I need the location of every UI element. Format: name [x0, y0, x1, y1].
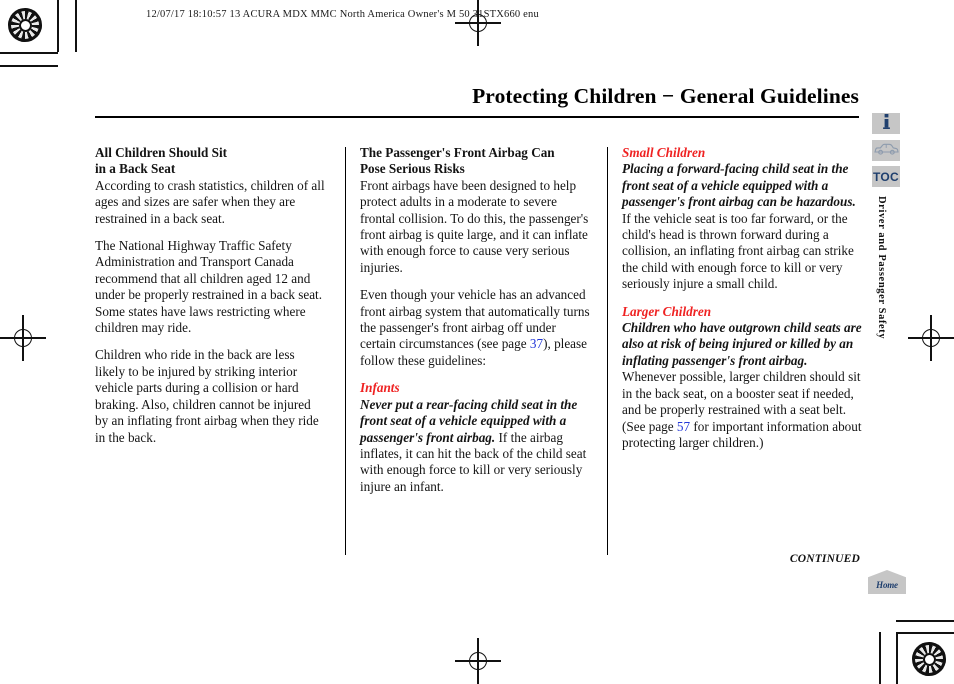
section-tab-label: Driver and Passenger Safety: [876, 196, 887, 340]
col3-small-children-body: If the vehicle seat is too far forward, …: [622, 210, 854, 292]
print-header-text: 12/07/17 18:10:57 13 ACURA MDX MMC North…: [146, 9, 539, 20]
col3-larger-children-heading: Larger Children: [622, 303, 712, 319]
col2-heading-line1: The Passenger's Front Airbag Can: [360, 145, 555, 160]
trim-mark-bottom-right-inner-vertical: [879, 632, 881, 684]
col3-larger-children-paragraph: Children who have outgrown child seats a…: [622, 320, 862, 451]
page-title: Protecting Children − General Guidelines: [472, 84, 859, 108]
registration-crosshair-right: [908, 315, 954, 361]
col2-infants-paragraph: Never put a rear-facing child seat in th…: [360, 397, 592, 495]
col1-paragraph-3: Children who ride in the back are less l…: [95, 347, 319, 445]
col2-infants-heading: Infants: [360, 380, 400, 396]
col2-paragraph-1: Front airbags have been designed to help…: [360, 177, 589, 275]
column-1: All Children Should Sit in a Back Seat A…: [95, 145, 327, 457]
toc-label: TOC: [872, 169, 899, 184]
registration-crosshair-left: [0, 315, 46, 361]
col3-small-children-paragraph: Placing a forward-facing child seat in t…: [622, 161, 862, 292]
col3-larger-children-warning: Children who have outgrown child seats a…: [622, 320, 862, 368]
info-button[interactable]: [872, 113, 900, 134]
home-label: Home: [876, 580, 898, 590]
col1-heading-line2: in a Back Seat: [95, 161, 176, 177]
col2-paragraph-2: Even though your vehicle has an advanced…: [360, 287, 592, 369]
trim-mark-top-left-outer: [0, 65, 58, 67]
trim-mark-bottom-right-vertical: [896, 632, 898, 684]
registration-target-top-left: [8, 8, 42, 42]
body-columns: All Children Should Sit in a Back Seat A…: [95, 145, 862, 557]
page-reference-37[interactable]: 37: [530, 336, 543, 351]
registration-target-bottom-right: [912, 642, 946, 676]
column-divider-2: [607, 147, 609, 555]
trim-mark-top-left-inner-vertical: [75, 0, 77, 52]
col2-heading: The Passenger's Front Airbag Can Pose Se…: [360, 145, 592, 178]
home-button[interactable]: Home: [868, 570, 906, 594]
title-underline-rule: [95, 116, 859, 118]
vehicle-button[interactable]: [872, 140, 900, 161]
trim-mark-bottom-right-outer: [896, 620, 954, 622]
col1-paragraph-2: The National Highway Traffic Safety Admi…: [95, 238, 323, 336]
trim-mark-top-left-horizontal: [0, 52, 58, 54]
column-2: The Passenger's Front Airbag Can Pose Se…: [360, 145, 592, 506]
continued-label: CONTINUED: [789, 553, 860, 565]
col1-heading: All Children Should Sit in a Back Seat: [95, 145, 327, 178]
col3-small-children-warning: Placing a forward-facing child seat in t…: [622, 161, 856, 210]
toc-button[interactable]: TOC: [872, 166, 900, 187]
trim-mark-top-left-vertical: [57, 0, 59, 52]
info-icon: [882, 113, 891, 134]
page-reference-57[interactable]: 57: [677, 419, 690, 434]
trim-mark-bottom-right-horizontal: [896, 632, 954, 634]
col2-heading-line2: Pose Serious Risks: [360, 161, 465, 177]
column-3: Small Children Placing a forward-facing …: [622, 145, 862, 462]
car-icon: [873, 142, 899, 160]
col3-small-children-heading: Small Children: [622, 145, 706, 160]
col1-heading-line1: All Children Should Sit: [95, 145, 228, 160]
registration-crosshair-top-center: [455, 0, 501, 46]
registration-crosshair-bottom-center: [455, 638, 501, 684]
col1-paragraph-1: According to crash statistics, children …: [95, 177, 325, 226]
column-divider-1: [345, 147, 347, 555]
